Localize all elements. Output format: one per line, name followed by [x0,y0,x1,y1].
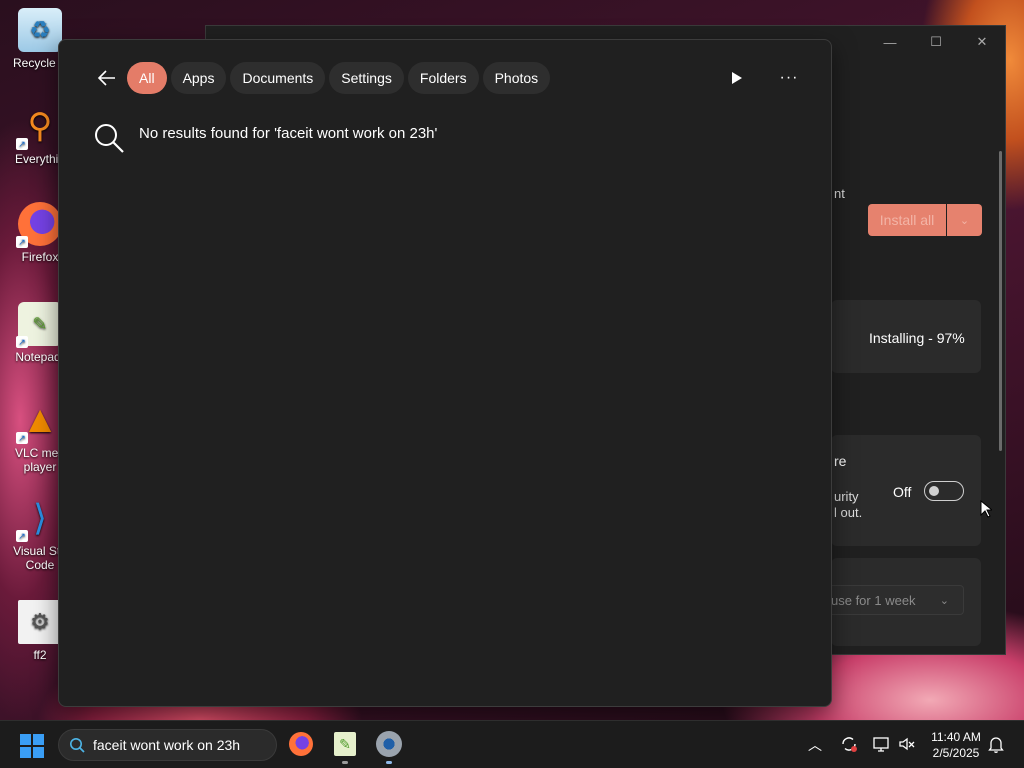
tab-settings[interactable]: Settings [329,62,404,94]
mouse-cursor-icon [980,500,992,518]
shortcut-arrow-icon: ↗ [16,138,28,150]
play-icon [732,72,742,84]
firefox-icon [289,732,313,756]
tab-apps[interactable]: Apps [170,62,227,94]
install-all-button[interactable]: Install all [868,204,946,236]
toggle-state-label: Off [893,484,912,500]
partial-text: urity [834,489,859,504]
back-button[interactable] [95,66,119,90]
tray-volume[interactable] [898,735,916,753]
partial-text: nt [834,186,845,201]
maximize-icon[interactable]: ☐ [913,26,959,58]
update-pending-icon [842,737,857,752]
more-options-button[interactable]: ··· [777,68,801,88]
vlc-icon: ▲ ↗ [16,398,62,444]
clock-date: 2/5/2025 [932,746,980,760]
partial-text: l out. [834,505,863,520]
setting-toggle-switch[interactable] [924,481,964,501]
tray-network[interactable] [872,735,890,753]
chevron-down-icon: ⌄ [939,594,949,607]
shortcut-arrow-icon: ↗ [16,432,28,444]
desktop-icon-label-line2: player [23,460,57,474]
shortcut-arrow-icon: ↗ [16,530,28,542]
clock-time: 11:40 AM [931,730,981,744]
tab-documents[interactable]: Documents [230,62,326,94]
desktop-icon-label: Firefox [21,250,59,264]
no-results-message: No results found for 'faceit wont work o… [93,122,437,154]
taskbar-settings[interactable] [375,730,403,764]
partial-text: re [834,453,847,469]
windows-logo-icon [20,734,31,745]
pause-select-label: use for 1 week [831,592,916,608]
settings-gear-icon [376,731,402,757]
taskbar-notepad-plus-plus[interactable]: ✎ [331,730,359,764]
shortcut-arrow-icon: ↗ [16,236,28,248]
notepad-plus-plus-icon: ✎ ↗ [16,302,62,348]
tab-folders[interactable]: Folders [407,62,479,94]
firefox-icon: ↗ [16,202,62,248]
shortcut-arrow-icon: ↗ [16,336,28,348]
desktop-icon-label: ff2 [33,648,47,662]
ellipsis-icon: ··· [779,69,799,86]
tab-all[interactable]: All [127,62,167,94]
notifications-button[interactable] [988,735,1004,753]
back-arrow-icon [97,70,115,86]
settings-shortcut-icon: ⚙ [18,600,62,644]
everything-search-icon: ⚲ ↗ [16,104,62,150]
volume-muted-icon [899,737,915,751]
close-icon[interactable]: ✕ [959,26,1005,58]
search-icon [95,124,124,153]
install-options-dropdown[interactable]: ⌄ [947,204,982,236]
tray-update-status[interactable] [840,735,858,753]
desktop-icon-label-line2: Code [25,558,55,572]
chevron-up-icon: ︿ [808,737,822,753]
bell-icon [988,737,1004,753]
taskbar-search-text: faceit wont work on 23h [93,737,241,753]
taskbar: faceit wont work on 23h ✎ ︿ 11:40 AM 2/5… [0,720,1024,768]
taskbar-search-box[interactable]: faceit wont work on 23h [58,729,277,761]
chevron-down-icon: ⌄ [959,214,970,227]
search-flyout: All Apps Documents Settings Folders Phot… [58,39,832,707]
window-controls: — ☐ ✕ [867,26,1005,58]
install-status-text: Installing - 97% [869,330,965,346]
taskbar-clock[interactable]: 11:40 AM 2/5/2025 [924,729,988,761]
more-tabs-button[interactable] [727,68,747,88]
minimize-icon[interactable]: — [867,26,913,58]
no-results-text: No results found for 'faceit wont work o… [139,124,438,142]
taskbar-firefox[interactable] [287,730,315,758]
running-indicator [386,761,392,764]
notepad-plus-plus-icon: ✎ [334,732,356,756]
vscode-icon: ⟩ ↗ [16,496,62,542]
running-indicator [342,761,348,764]
network-icon [873,737,889,752]
search-filter-tabs: All Apps Documents Settings Folders Phot… [127,62,551,94]
tab-photos[interactable]: Photos [482,62,551,94]
search-icon [70,738,85,753]
show-hidden-icons-button[interactable]: ︿ [808,735,822,755]
window-scrollbar[interactable] [999,151,1002,451]
start-button[interactable] [20,734,44,758]
recycle-bin-icon: ♻ [18,8,62,52]
